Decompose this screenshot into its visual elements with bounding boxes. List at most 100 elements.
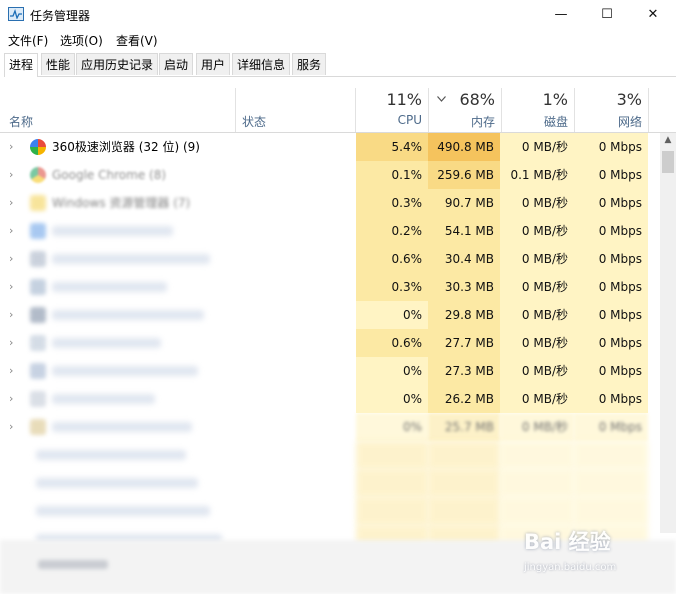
expand-chevron-icon[interactable]: ›	[9, 273, 13, 301]
redacted-process-name	[36, 450, 186, 460]
process-row[interactable]: › 0.3% 30.3 MB 0 MB/秒 0 Mbps	[0, 273, 660, 301]
cpu-cell: 0%	[356, 301, 428, 329]
minimize-button[interactable]: —	[538, 0, 584, 30]
network-cell	[574, 441, 648, 469]
column-divider[interactable]	[648, 88, 649, 132]
network-cell	[574, 497, 648, 525]
process-row[interactable]: › Google Chrome (8) 0.1% 259.6 MB 0.1 MB/秒 0 …	[0, 161, 660, 189]
process-name: Google Chrome (8)	[52, 168, 167, 182]
folder-icon	[30, 195, 46, 211]
process-row[interactable]: › 360极速浏览器 (32 位) (9) 5.4% 490.8 MB 0 MB/秒 0 …	[0, 133, 660, 161]
cpu-cell: 0.3%	[356, 189, 428, 217]
network-cell: 0 Mbps	[574, 329, 648, 357]
process-row-obscured[interactable]	[0, 441, 660, 469]
process-row[interactable]: › 0% 29.8 MB 0 MB/秒 0 Mbps	[0, 301, 660, 329]
process-row[interactable]: › 0.6% 30.4 MB 0 MB/秒 0 Mbps	[0, 245, 660, 273]
tab-app-history[interactable]: 应用历史记录	[76, 53, 159, 75]
tab-bar: 进程 性能 应用历史记录 启动 用户 详细信息 服务	[4, 53, 676, 77]
process-row[interactable]: › 0% 25.7 MB 0 MB/秒 0 Mbps	[0, 413, 660, 441]
maximize-icon: ☐	[601, 7, 613, 22]
tab-details[interactable]: 详细信息	[232, 53, 291, 75]
expand-chevron-icon[interactable]: ›	[9, 329, 13, 357]
expand-chevron-icon[interactable]: ›	[9, 245, 13, 273]
process-row[interactable]: › 0.2% 54.1 MB 0 MB/秒 0 Mbps	[0, 217, 660, 245]
expand-chevron-icon[interactable]: ›	[9, 357, 13, 385]
expand-chevron-icon[interactable]: ›	[9, 301, 13, 329]
chrome-icon	[30, 167, 46, 183]
redacted-process-name	[52, 226, 173, 236]
expand-chevron-icon[interactable]: ›	[9, 133, 13, 161]
disk-label: 磁盘	[543, 115, 568, 129]
menu-options[interactable]: 选项(O)	[60, 32, 103, 49]
column-divider[interactable]	[235, 88, 236, 132]
column-cpu[interactable]: 11% CPU	[356, 88, 428, 132]
scroll-thumb[interactable]	[662, 151, 674, 173]
memory-label: 内存	[470, 115, 495, 129]
column-network[interactable]: 3% 网络	[575, 88, 648, 132]
network-cell: 0 Mbps	[574, 385, 648, 413]
tab-services[interactable]: 服务	[292, 53, 327, 75]
redacted-process-name	[52, 366, 198, 376]
cpu-cell: 0.1%	[356, 161, 428, 189]
disk-cell: 0 MB/秒	[500, 133, 574, 161]
expand-chevron-icon[interactable]: ›	[9, 413, 13, 441]
network-cell	[574, 469, 648, 497]
process-name: 360极速浏览器 (32 位) (9)	[52, 140, 200, 154]
window-title: 任务管理器	[30, 9, 91, 23]
watermark-logo: Bai 经验	[524, 530, 611, 554]
tab-performance[interactable]: 性能	[41, 53, 76, 75]
tab-processes[interactable]: 进程	[4, 53, 39, 77]
chevron-down-icon	[437, 94, 446, 105]
process-row[interactable]: › Windows 资源管理器 (7) 0.3% 90.7 MB 0 MB/秒 0 Mbp…	[0, 189, 660, 217]
fewer-details-button[interactable]	[38, 560, 108, 569]
memory-cell	[428, 469, 500, 497]
disk-cell: 0 MB/秒	[500, 189, 574, 217]
expand-chevron-icon[interactable]: ›	[9, 217, 13, 245]
memory-cell	[428, 441, 500, 469]
column-disk[interactable]: 1% 磁盘	[502, 88, 574, 132]
network-total: 3%	[616, 90, 642, 109]
column-name[interactable]: 名称	[9, 113, 33, 130]
process-row[interactable]: › 0.6% 27.7 MB 0 MB/秒 0 Mbps	[0, 329, 660, 357]
maximize-button[interactable]: ☐	[584, 0, 630, 30]
tab-users[interactable]: 用户	[196, 53, 231, 75]
network-label: 网络	[617, 115, 642, 129]
expand-chevron-icon[interactable]: ›	[9, 189, 13, 217]
watermark-url: jingyan.baidu.com	[524, 562, 617, 573]
process-row-obscured[interactable]	[0, 497, 660, 525]
column-memory[interactable]: 68% 内存	[429, 88, 501, 132]
disk-total: 1%	[542, 90, 568, 109]
memory-cell	[428, 497, 500, 525]
menu-file[interactable]: 文件(F)	[8, 32, 48, 49]
process-row-obscured[interactable]	[0, 469, 660, 497]
redacted-process-name	[52, 254, 210, 264]
scroll-up-icon[interactable]: ▲	[660, 135, 676, 145]
cpu-cell: 0%	[356, 357, 428, 385]
menu-view[interactable]: 查看(V)	[116, 32, 158, 49]
cpu-total: 11%	[386, 90, 422, 109]
process-row[interactable]: › 0% 27.3 MB 0 MB/秒 0 Mbps	[0, 357, 660, 385]
process-row[interactable]: › 0% 26.2 MB 0 MB/秒 0 Mbps	[0, 385, 660, 413]
memory-cell: 27.7 MB	[428, 329, 500, 357]
expand-chevron-icon[interactable]: ›	[9, 385, 13, 413]
redacted-process-name	[52, 310, 204, 320]
cpu-cell: 0.6%	[356, 245, 428, 273]
memory-cell: 25.7 MB	[428, 413, 500, 441]
network-cell: 0 Mbps	[574, 301, 648, 329]
close-button[interactable]: ✕	[630, 0, 676, 30]
disk-cell	[500, 469, 574, 497]
app-icon	[30, 391, 46, 407]
cpu-label: CPU	[397, 113, 422, 127]
title-bar: 任务管理器 — ☐ ✕	[0, 0, 676, 30]
redacted-process-name	[52, 422, 192, 432]
app-icon	[30, 251, 46, 267]
network-cell: 0 Mbps	[574, 189, 648, 217]
network-cell: 0 Mbps	[574, 161, 648, 189]
tab-startup[interactable]: 启动	[159, 53, 194, 75]
expand-chevron-icon[interactable]: ›	[9, 161, 13, 189]
app-icon	[30, 335, 46, 351]
disk-cell: 0 MB/秒	[500, 245, 574, 273]
memory-cell: 259.6 MB	[428, 161, 500, 189]
column-status[interactable]: 状态	[242, 113, 266, 130]
vertical-scrollbar[interactable]: ▲	[660, 133, 676, 533]
